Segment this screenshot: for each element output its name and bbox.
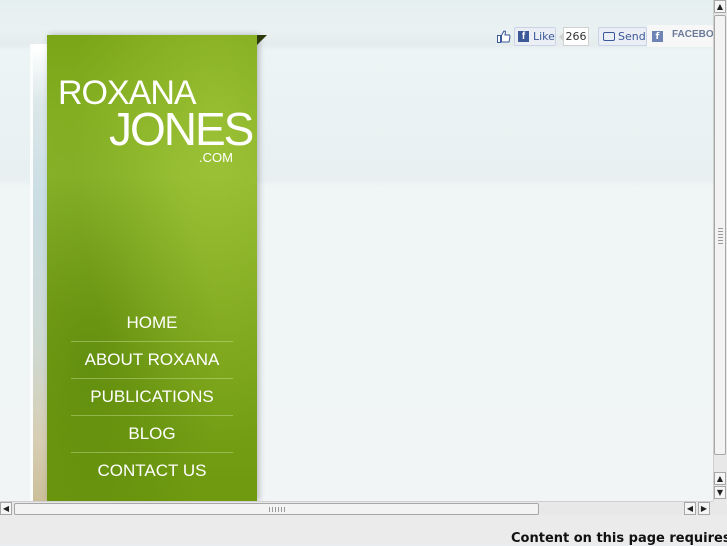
scrollbar-corner [713,501,727,515]
vertical-scrollbar[interactable]: ▲ ▲ ▼ [713,0,727,501]
send-speech-icon [603,32,615,41]
logo-text-domain: .COM [199,150,233,165]
facebook-f-icon: f [518,31,529,42]
scroll-down-arrow-icon[interactable]: ▼ [714,486,726,499]
facebook-like-button[interactable]: f Like [514,27,556,46]
scroll-right-arrow-icon[interactable]: ▶ [698,502,710,515]
nav-item-publications[interactable]: PUBLICATIONS [71,379,233,416]
send-button-label: Send [618,30,646,43]
like-count-bubble: 266 [559,27,589,46]
green-sidebar-panel: ROXANA JONES .COM HOME ABOUT ROXANA PUBL… [47,35,257,501]
nav-item-about[interactable]: ABOUT ROXANA [71,342,233,379]
nav-item-contact[interactable]: CONTACT US [71,453,233,489]
nav-item-blog[interactable]: BLOG [71,416,233,453]
scroll-up-arrow-icon[interactable]: ▲ [714,0,726,13]
thumbs-up-icon[interactable] [497,30,511,43]
site-logo[interactable]: ROXANA JONES .COM [47,35,257,175]
scroll-up-arrow-lower-icon[interactable]: ▲ [714,472,726,485]
vertical-scroll-thumb[interactable] [714,15,726,455]
status-area: Content on this page requires [0,515,727,546]
main-navigation: HOME ABOUT ROXANA PUBLICATIONS BLOG CONT… [71,305,233,489]
scroll-left-arrow-right-icon[interactable]: ◀ [684,502,696,515]
facebook-link-box[interactable]: f FACEBOOK [647,25,713,47]
scroll-left-arrow-icon[interactable]: ◀ [0,502,12,515]
plugin-required-message: Content on this page requires [511,531,727,546]
horizontal-scrollbar[interactable]: ◀ ◀ ▶ [0,501,713,515]
scroll-grip-horizontal-icon [269,507,287,512]
like-button-label: Like [533,30,555,43]
facebook-square-icon: f [652,31,663,42]
horizontal-scroll-thumb[interactable] [14,503,539,515]
scroll-grip-icon [718,228,723,244]
panel-fold-corner [257,35,267,45]
nav-item-home[interactable]: HOME [71,305,233,342]
logo-text-last: JONES [109,103,254,155]
facebook-link-label: FACEBOOK [672,29,713,40]
page-background: ROXANA JONES .COM HOME ABOUT ROXANA PUBL… [0,0,713,501]
facebook-send-button[interactable]: Send [598,27,647,46]
